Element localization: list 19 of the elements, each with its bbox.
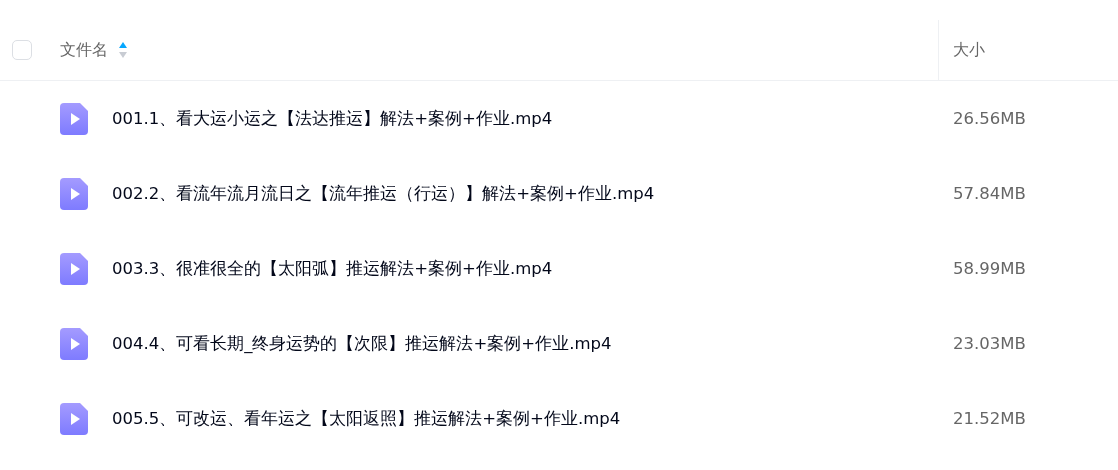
file-size: 26.56MB [952, 109, 1027, 128]
column-header[interactable]: 大小 [953, 39, 985, 61]
file-name[interactable]: 005.5、可改运、看年运之【太阳返照】推运解法+案例+作业.mp4 [112, 407, 621, 430]
video-file-icon [60, 252, 88, 285]
video-file-icon [60, 177, 88, 210]
file-name[interactable]: 001.1、看大运小运之【法达推运】解法+案例+作业.mp4 [112, 107, 553, 130]
video-file-icon [60, 402, 88, 435]
video-file-icon [60, 327, 88, 360]
video-file-icon [60, 102, 88, 135]
file-size: 21.52MB [952, 409, 1027, 428]
file-name[interactable]: 002.2、看流年流月流日之【流年推运（行运）】解法+案例+作业.mp4 [112, 182, 655, 205]
sort-icon[interactable] [118, 41, 128, 59]
column-header[interactable]: 文件名 [60, 39, 108, 61]
file-name[interactable]: 004.4、可看长期_终身运势的【次限】推运解法+案例+作业.mp4 [112, 332, 612, 355]
file-size: 58.99MB [952, 259, 1027, 278]
file-size: 57.84MB [952, 184, 1027, 203]
file-name[interactable]: 003.3、很准很全的【太阳弧】推运解法+案例+作业.mp4 [112, 257, 553, 280]
select-all-checkbox[interactable] [12, 40, 32, 60]
file-size: 23.03MB [952, 334, 1027, 353]
